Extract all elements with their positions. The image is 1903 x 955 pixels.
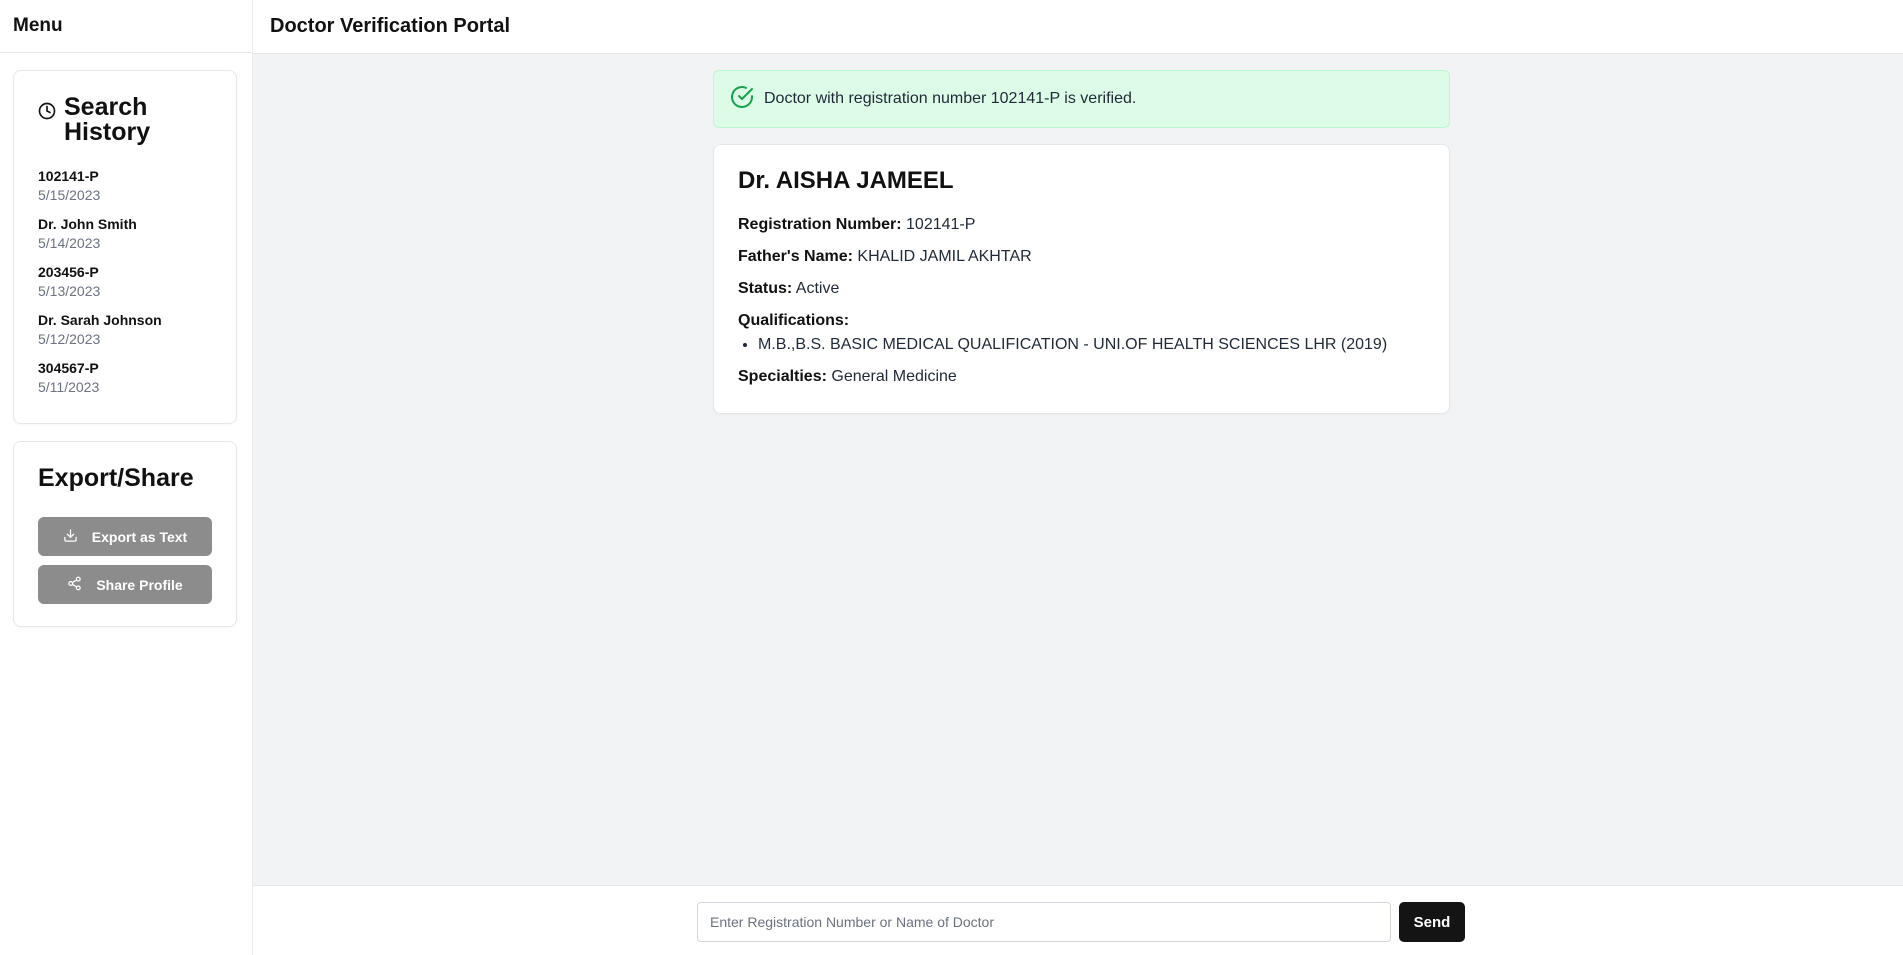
status-label: Status:	[738, 280, 793, 297]
export-as-text-button[interactable]: Export as Text	[38, 517, 212, 556]
specialties-value: General Medicine	[831, 368, 957, 385]
verification-alert-message: Doctor with registration number 102141-P…	[764, 90, 1137, 107]
share-profile-button[interactable]: Share Profile	[38, 565, 212, 604]
download-icon	[63, 528, 78, 546]
status-field: Status: Active	[738, 279, 1425, 299]
search-input[interactable]	[697, 902, 1391, 942]
app-root: Menu Search History 102141-P 5/15/2023 D…	[0, 0, 1903, 955]
qualifications-label: Qualifications:	[738, 312, 850, 329]
page-title: Doctor Verification Portal	[253, 0, 1903, 54]
verification-alert: Doctor with registration number 102141-P…	[713, 70, 1450, 128]
history-item-date: 5/14/2023	[38, 235, 101, 251]
registration-number-value: 102141-P	[906, 216, 976, 233]
history-item-name: 203456-P	[38, 264, 99, 280]
history-item[interactable]: 203456-P 5/13/2023	[38, 263, 212, 301]
registration-number-label: Registration Number:	[738, 216, 902, 233]
export-share-card: Export/Share Export as Text Share Profil…	[13, 441, 237, 627]
share-icon	[67, 576, 82, 594]
search-history-heading: Search History	[38, 95, 212, 145]
father-name-value: KHALID JAMIL AKHTAR	[857, 248, 1032, 265]
qualifications-field: Qualifications: M.B.,B.S. BASIC MEDICAL …	[738, 311, 1425, 355]
search-history-title: Search History	[64, 93, 151, 146]
history-item-date: 5/12/2023	[38, 331, 101, 347]
export-share-title: Export/Share	[38, 464, 194, 492]
history-item[interactable]: Dr. Sarah Johnson 5/12/2023	[38, 311, 212, 349]
father-name-field: Father's Name: KHALID JAMIL AKHTAR	[738, 247, 1425, 267]
history-item-date: 5/15/2023	[38, 187, 101, 203]
sidebar-menu-title: Menu	[0, 0, 252, 53]
history-item[interactable]: 304567-P 5/11/2023	[38, 359, 212, 397]
send-button[interactable]: Send	[1399, 902, 1465, 942]
main-area: Doctor Verification Portal Doctor with r…	[253, 0, 1903, 955]
search-history-card: Search History 102141-P 5/15/2023 Dr. Jo…	[13, 70, 237, 424]
doctor-profile-card: Dr. AISHA JAMEEL Registration Number: 10…	[713, 144, 1450, 414]
sidebar: Menu Search History 102141-P 5/15/2023 D…	[0, 0, 253, 955]
specialties-field: Specialties: General Medicine	[738, 367, 1425, 387]
status-value: Active	[795, 280, 840, 297]
history-item-name: 304567-P	[38, 360, 99, 376]
search-bar: Send	[253, 885, 1903, 955]
share-profile-label: Share Profile	[96, 576, 183, 593]
history-item-name: Dr. John Smith	[38, 216, 137, 232]
clock-icon	[38, 100, 56, 125]
history-item-name: Dr. Sarah Johnson	[38, 312, 162, 328]
history-item-date: 5/11/2023	[38, 379, 100, 395]
qualification-item: M.B.,B.S. BASIC MEDICAL QUALIFICATION - …	[758, 335, 1425, 355]
doctor-name: Dr. AISHA JAMEEL	[738, 167, 954, 194]
check-circle-icon	[730, 85, 754, 114]
father-name-label: Father's Name:	[738, 248, 853, 265]
history-item-date: 5/13/2023	[38, 283, 101, 299]
specialties-label: Specialties:	[738, 368, 827, 385]
search-history-list: 102141-P 5/15/2023 Dr. John Smith 5/14/2…	[38, 167, 212, 397]
history-item-name: 102141-P	[38, 168, 99, 184]
registration-number-field: Registration Number: 102141-P	[738, 215, 1425, 235]
qualifications-list: M.B.,B.S. BASIC MEDICAL QUALIFICATION - …	[738, 335, 1425, 355]
main-content: Doctor with registration number 102141-P…	[713, 70, 1450, 414]
history-item[interactable]: Dr. John Smith 5/14/2023	[38, 215, 212, 253]
export-as-text-label: Export as Text	[91, 528, 188, 545]
history-item[interactable]: 102141-P 5/15/2023	[38, 167, 212, 205]
